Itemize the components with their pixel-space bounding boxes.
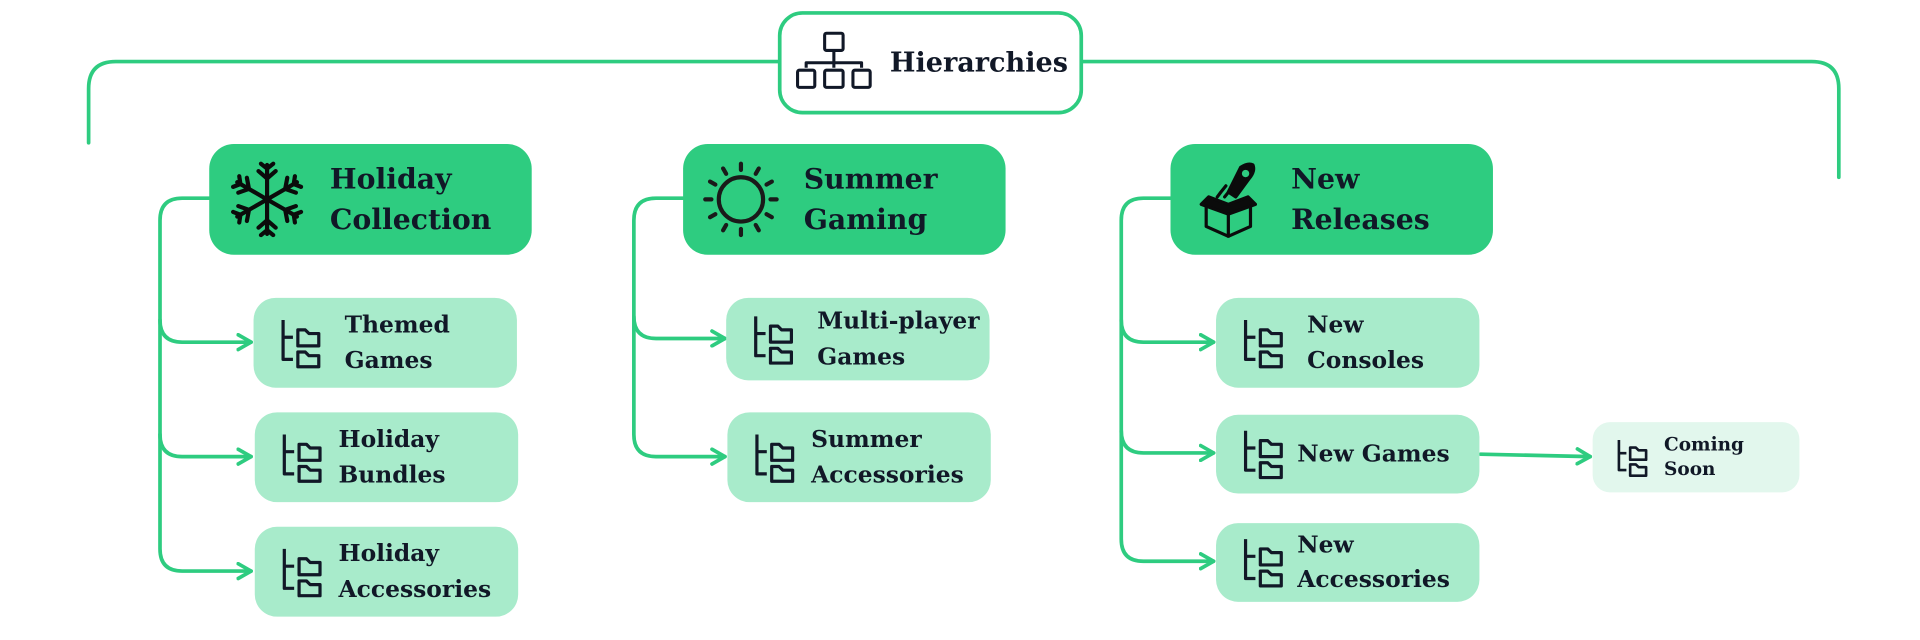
bracket-left bbox=[86, 59, 781, 145]
child-themed-games[interactable]: Themed Games bbox=[253, 297, 517, 388]
group-label-line2: Releases bbox=[1291, 203, 1430, 237]
child-label-line1: Holiday bbox=[338, 425, 440, 453]
child-label-line2: Games bbox=[344, 346, 433, 374]
connector-coming-soon bbox=[1478, 447, 1593, 466]
child-label: Summer Accessories bbox=[811, 422, 964, 492]
hierarchy-diagram: Hierarchies Holiday Collection Themed Gam… bbox=[0, 0, 1920, 640]
rocket-box-icon bbox=[1188, 159, 1269, 240]
group-label-line2: Collection bbox=[329, 203, 492, 237]
child-summer-accessories[interactable]: Summer Accessories bbox=[727, 412, 991, 503]
sun-icon bbox=[700, 159, 781, 240]
folder-tree-icon bbox=[279, 546, 323, 598]
child-label: Holiday Bundles bbox=[338, 422, 445, 492]
group-label-line1: Holiday bbox=[329, 162, 452, 196]
child-new-accessories[interactable]: New Accessories bbox=[1216, 523, 1480, 602]
folder-tree-icon bbox=[1241, 317, 1285, 369]
child-new-consoles[interactable]: New Consoles bbox=[1216, 297, 1480, 388]
root-label: Hierarchies bbox=[889, 46, 1068, 79]
group-new-releases[interactable]: New Releases bbox=[1170, 144, 1493, 255]
folder-tree-icon bbox=[751, 313, 795, 365]
child-label-line1: Themed bbox=[344, 311, 450, 339]
root-node-hierarchies[interactable]: Hierarchies bbox=[777, 11, 1084, 115]
folder-tree-icon bbox=[1241, 428, 1285, 480]
folder-tree-icon bbox=[752, 431, 796, 483]
group-label-line1: Summer bbox=[803, 162, 938, 196]
connector-holiday-bundles bbox=[158, 432, 253, 466]
folder-tree-icon bbox=[1241, 537, 1285, 589]
group-label-line2: Gaming bbox=[803, 203, 928, 237]
connector-new-consoles bbox=[1119, 318, 1216, 352]
child-label: New Consoles bbox=[1307, 308, 1424, 378]
folder-tree-icon bbox=[278, 317, 322, 369]
folder-tree-icon bbox=[279, 431, 323, 483]
child-label-line2: Accessories bbox=[338, 575, 492, 603]
child-label-line1: New bbox=[1307, 311, 1364, 339]
child-label-line1: New bbox=[1297, 531, 1354, 559]
folder-tree-icon bbox=[1615, 438, 1649, 477]
leaf-label: Coming Soon bbox=[1664, 433, 1744, 480]
child-new-games[interactable]: New Games bbox=[1216, 414, 1480, 494]
group-label: Holiday Collection bbox=[330, 158, 491, 240]
child-label: New Games bbox=[1297, 440, 1450, 468]
child-label-line2: Consoles bbox=[1307, 346, 1425, 374]
child-label-line2: Accessories bbox=[811, 460, 964, 489]
connector-multiplayer bbox=[632, 314, 727, 348]
child-label-line1: Summer bbox=[811, 425, 922, 453]
snowflake-icon bbox=[226, 159, 307, 240]
group-label-line1: New bbox=[1291, 162, 1360, 196]
group-label: Summer Gaming bbox=[804, 158, 938, 240]
hierarchy-icon bbox=[794, 26, 875, 100]
child-label-line2: Bundles bbox=[338, 460, 446, 489]
child-multiplayer-games[interactable]: Multi-player Games bbox=[726, 297, 990, 381]
group-holiday-collection[interactable]: Holiday Collection bbox=[209, 144, 532, 255]
child-label: Themed Games bbox=[345, 308, 450, 378]
child-label-line2: Accessories bbox=[1297, 566, 1450, 594]
child-label: Holiday Accessories bbox=[338, 537, 491, 607]
child-holiday-bundles[interactable]: Holiday Bundles bbox=[254, 412, 519, 503]
child-label-line1: Multi-player bbox=[817, 307, 980, 335]
child-label-line1: Holiday bbox=[338, 540, 440, 568]
child-label: Multi-player Games bbox=[817, 304, 979, 374]
child-label: New Accessories bbox=[1297, 527, 1450, 597]
connector-new-games bbox=[1119, 428, 1216, 463]
leaf-coming-soon[interactable]: Coming Soon bbox=[1592, 422, 1800, 493]
connector-themed-games bbox=[158, 318, 253, 352]
child-holiday-accessories[interactable]: Holiday Accessories bbox=[254, 526, 519, 617]
group-summer-gaming[interactable]: Summer Gaming bbox=[683, 144, 1006, 255]
group-label: New Releases bbox=[1291, 158, 1430, 240]
child-label-line2: Games bbox=[817, 342, 906, 370]
